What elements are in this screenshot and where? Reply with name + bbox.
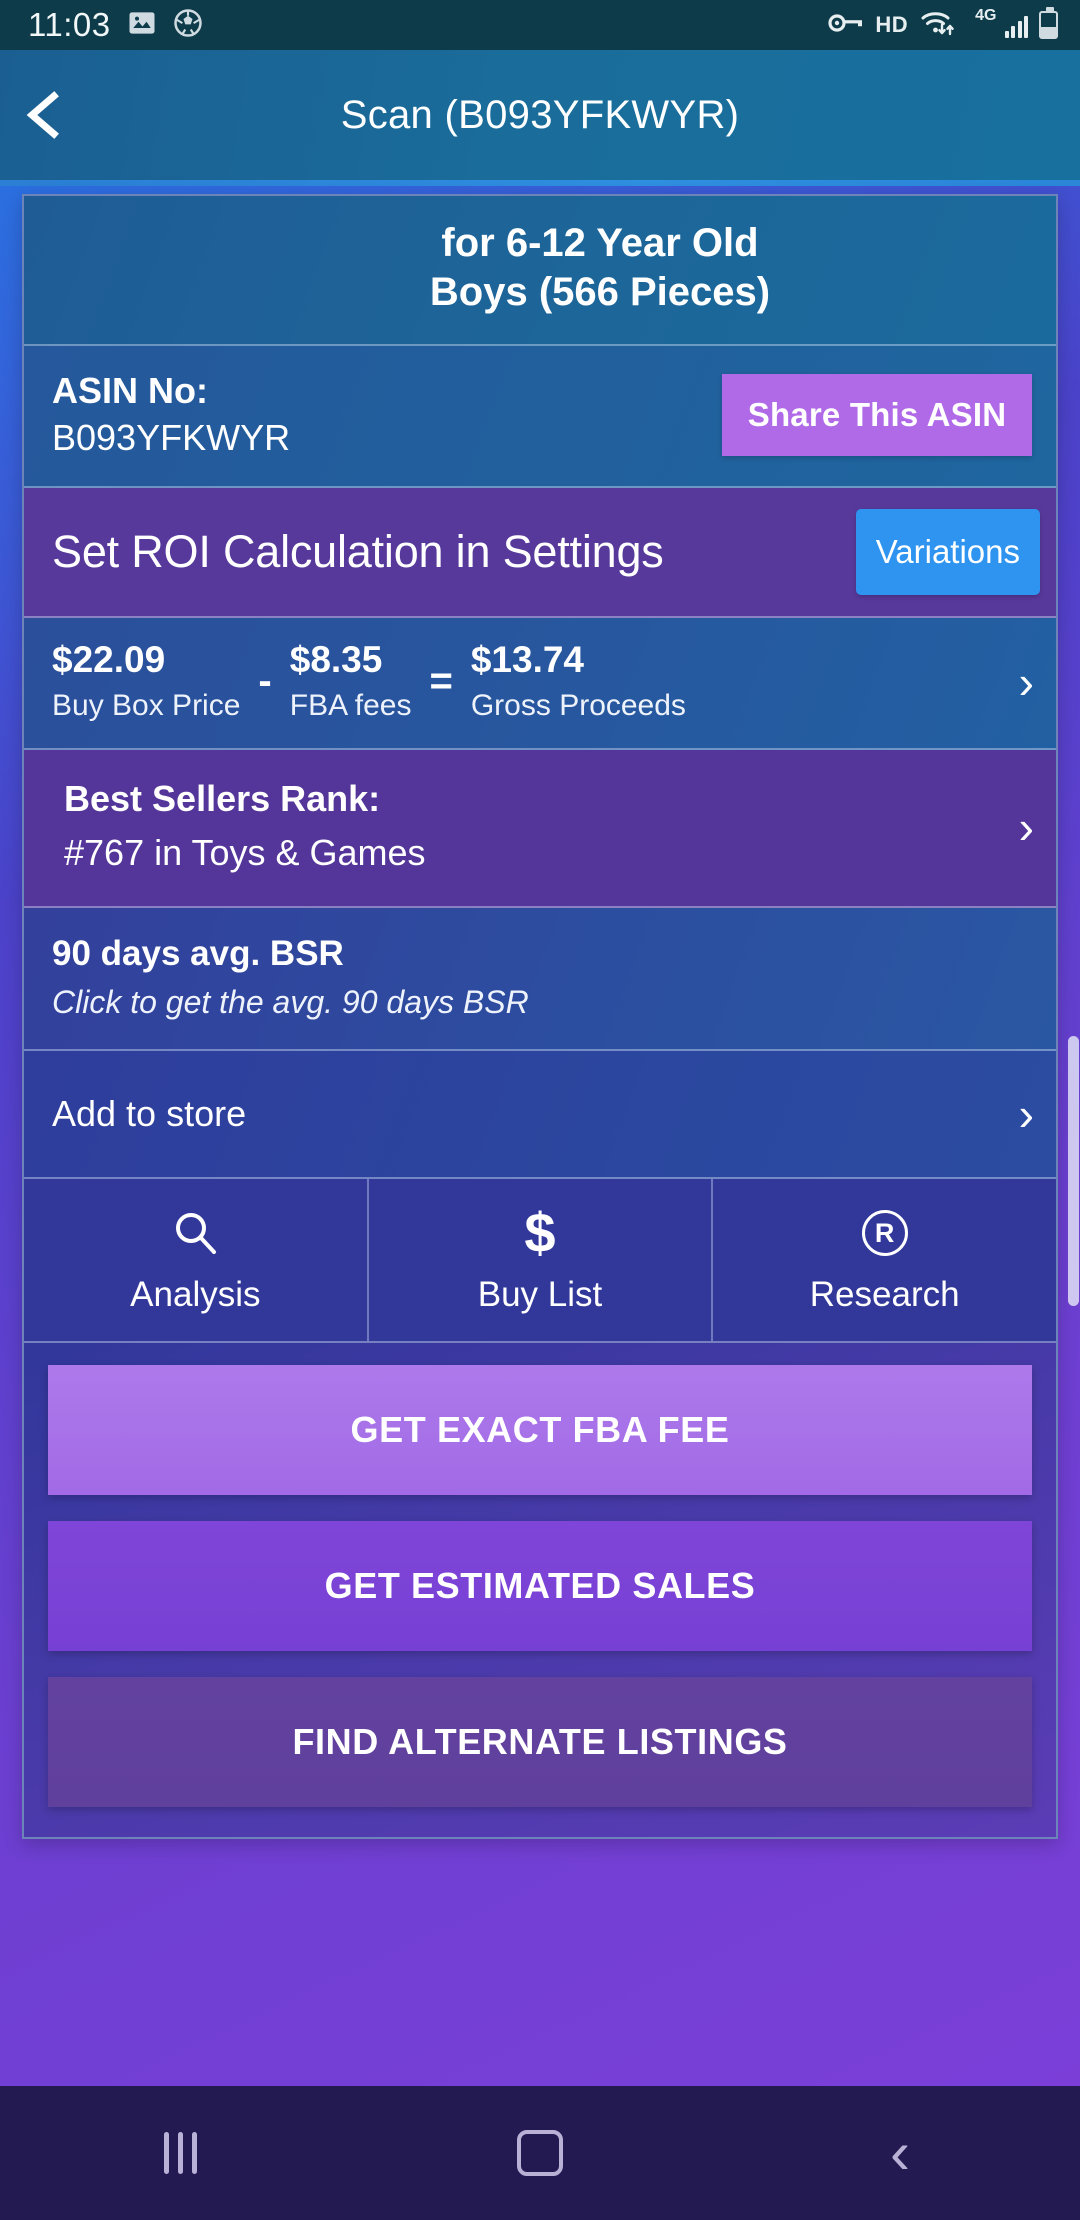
vpn-key-icon (828, 10, 864, 41)
status-clock: 11:03 (28, 6, 111, 43)
product-title-line2: Boys (566 Pieces) (429, 270, 771, 314)
bsr-info: Best Sellers Rank: #767 in Toys & Games (64, 776, 1005, 877)
asin-label: ASIN No: (52, 370, 208, 411)
status-bar: 11:03 HD 4G (0, 0, 1080, 50)
back-icon: ‹ (890, 2119, 910, 2186)
avg-bsr-label: 90 days avg. BSR (52, 933, 344, 973)
equals-operator: = (429, 659, 453, 704)
search-icon (168, 1205, 222, 1261)
quick-action-tabs: Analysis $ Buy List R Research (24, 1179, 1056, 1344)
avg-bsr-hint: Click to get the avg. 90 days BSR (52, 983, 529, 1020)
status-bar-left: 11:03 (28, 6, 203, 44)
bsr-label: Best Sellers Rank: (64, 778, 381, 820)
get-estimated-sales-button[interactable]: GET ESTIMATED SALES (48, 1521, 1032, 1652)
chevron-right-icon[interactable]: › (1019, 1091, 1034, 1137)
recents-icon (163, 2132, 197, 2174)
signal-bars-icon (1004, 13, 1028, 38)
tab-analysis[interactable]: Analysis (24, 1179, 369, 1342)
dollar-icon: $ (524, 1201, 556, 1265)
back-button[interactable] (0, 90, 110, 140)
variations-button[interactable]: Variations (855, 508, 1040, 595)
status-bar-right: HD 4G (828, 7, 1058, 44)
scrollbar-thumb[interactable] (1068, 1036, 1079, 1306)
action-buttons-section: GET EXACT FBA FEE GET ESTIMATED SALES FI… (24, 1343, 1056, 1838)
image-icon (127, 8, 157, 43)
asin-row: ASIN No: B093YFKWYR Share This ASIN (24, 346, 1056, 488)
nav-recents-button[interactable] (0, 2132, 360, 2174)
app-bar: Scan (B093YFKWYR) (0, 50, 1080, 180)
tab-buy-list[interactable]: $ Buy List (369, 1179, 714, 1342)
bsr-value: #767 in Toys & Games (64, 831, 426, 873)
hd-icon: HD (875, 12, 909, 37)
registered-r-icon: R (861, 1205, 908, 1261)
roi-settings-row[interactable]: Set ROI Calculation in Settings Variatio… (24, 487, 1056, 618)
scan-detail-page: for 6-12 Year Old Boys (566 Pieces) ASIN… (0, 186, 1080, 2086)
back-arrow-icon (26, 91, 59, 139)
chevron-right-icon[interactable]: › (1019, 804, 1034, 850)
price-breakdown-row[interactable]: $22.09 Buy Box Price - $8.35 FBA fees = … (24, 617, 1056, 750)
battery-icon (1039, 7, 1058, 39)
roi-settings-label: Set ROI Calculation in Settings (52, 525, 664, 577)
page-title: Scan (B093YFKWYR) (340, 92, 740, 137)
soccer-ball-icon (173, 8, 203, 43)
best-sellers-rank-row[interactable]: Best Sellers Rank: #767 in Toys & Games … (24, 749, 1056, 908)
fba-fees-label: FBA fees (289, 688, 412, 722)
fba-fees-cell: $8.35 FBA fees (290, 639, 412, 725)
tab-research[interactable]: R Research (713, 1179, 1056, 1341)
buy-box-price-label: Buy Box Price (52, 688, 241, 722)
tab-buy-list-label: Buy List (477, 1275, 603, 1315)
nav-home-button[interactable] (360, 2130, 720, 2176)
avg-bsr-row[interactable]: 90 days avg. BSR Click to get the avg. 9… (24, 907, 1056, 1052)
system-nav-bar: ‹ (0, 2086, 1080, 2220)
product-card: for 6-12 Year Old Boys (566 Pieces) ASIN… (22, 194, 1058, 1840)
product-title-line1: for 6-12 Year Old (441, 221, 759, 266)
gross-proceeds-label: Gross Proceeds (470, 688, 686, 722)
add-to-store-label: Add to store (52, 1093, 247, 1135)
minus-operator: - (258, 659, 272, 704)
buy-box-price-cell: $22.09 Buy Box Price (52, 639, 240, 725)
fba-fees-value: $8.35 (289, 639, 383, 681)
add-to-store-row[interactable]: Add to store › (24, 1051, 1056, 1180)
home-icon (517, 2130, 563, 2176)
buy-box-price-value: $22.09 (52, 639, 166, 681)
network-type-label: 4G (975, 7, 997, 24)
gross-proceeds-value: $13.74 (470, 639, 585, 681)
product-title-row: for 6-12 Year Old Boys (566 Pieces) (24, 196, 1056, 346)
chevron-right-icon[interactable]: › (1019, 659, 1034, 705)
asin-info: ASIN No: B093YFKWYR (52, 368, 722, 462)
nav-back-button[interactable]: ‹ (720, 2119, 1080, 2186)
wifi-icon (919, 7, 961, 44)
find-alternate-listings-button[interactable]: FIND ALTERNATE LISTINGS (48, 1677, 1032, 1808)
asin-value: B093YFKWYR (52, 417, 291, 458)
share-asin-button[interactable]: Share This ASIN (722, 373, 1032, 456)
tab-research-label: Research (809, 1275, 960, 1315)
gross-proceeds-cell: $13.74 Gross Proceeds (471, 639, 686, 725)
tab-analysis-label: Analysis (130, 1275, 261, 1315)
get-exact-fba-fee-button[interactable]: GET EXACT FBA FEE (48, 1365, 1032, 1496)
